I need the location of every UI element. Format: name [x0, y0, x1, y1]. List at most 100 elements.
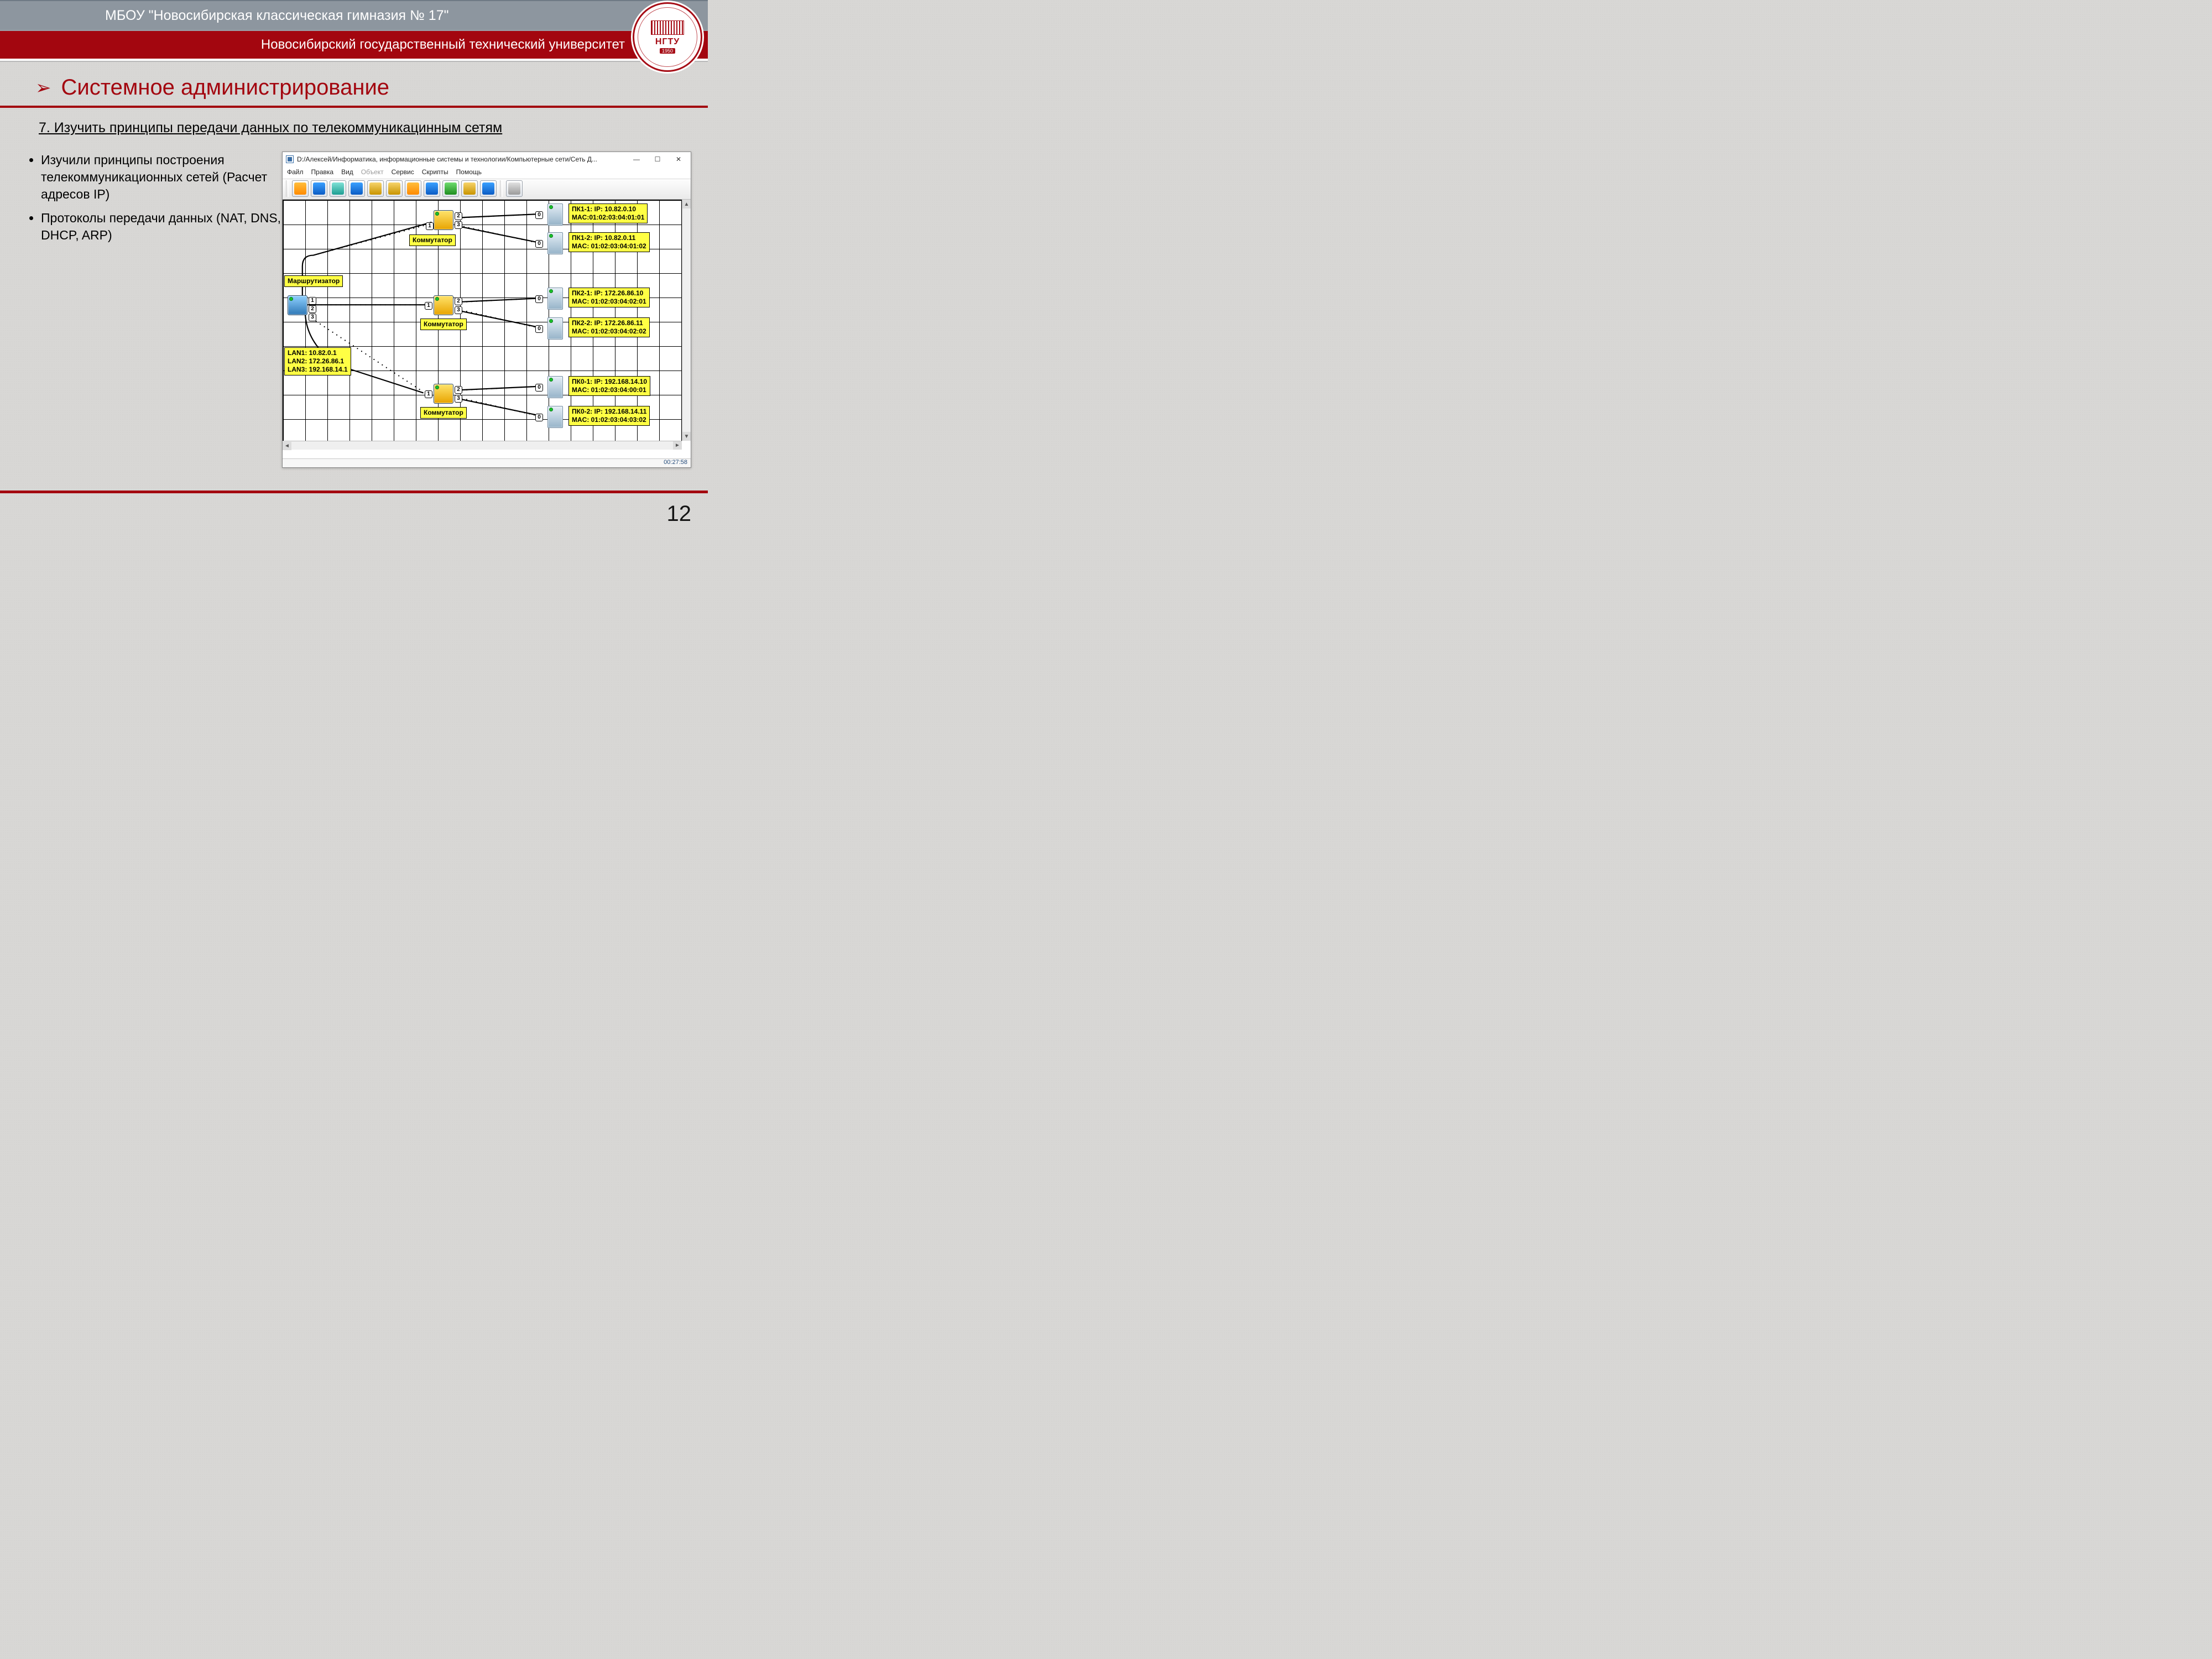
tool-icon [351, 182, 363, 195]
lan-info-box: LAN1: 10.82.0.1 LAN2: 172.26.86.1 LAN3: … [284, 347, 351, 375]
tool-btn-11[interactable] [480, 180, 497, 197]
switch1-label: Коммутатор [409, 234, 456, 246]
tool-btn-6[interactable] [386, 180, 403, 197]
tool-icon [463, 182, 476, 195]
list-item: Изучили принципы построения телекоммуник… [41, 152, 282, 203]
status-bar: 00:27:58 [283, 458, 691, 467]
minimize-button[interactable]: — [628, 154, 645, 165]
tool-btn-5[interactable] [367, 180, 384, 197]
scroll-up-icon[interactable]: ▲ [682, 200, 691, 208]
pc1-2-port[interactable]: 0 [535, 240, 543, 248]
pc-icon[interactable] [547, 288, 563, 310]
toolbar [283, 179, 691, 200]
section-heading: ➢ Системное администрирование [0, 62, 708, 108]
lesson-subtitle: 7. Изучить принципы передачи данных по т… [39, 120, 708, 136]
tool-btn-settings[interactable] [506, 180, 523, 197]
tool-btn-8[interactable] [424, 180, 440, 197]
university-logo: НГТУ 1950 [633, 2, 702, 72]
tool-btn-7[interactable] [405, 180, 421, 197]
list-item: Протоколы передачи данных (NAT, DNS, DHC… [41, 210, 282, 244]
switch3-port-3[interactable]: 3 [455, 395, 462, 403]
window-title: D:/Алексей/Информатика, информационные с… [297, 155, 624, 163]
menu-object: Объект [361, 168, 384, 176]
router-label: Маршрутизатор [284, 275, 343, 287]
section-title: Системное администрирование [61, 75, 390, 100]
pc-icon[interactable] [547, 376, 563, 398]
switch2-port-3[interactable]: 3 [455, 306, 462, 314]
switch1-port-3[interactable]: 3 [455, 221, 462, 229]
tool-btn-9[interactable] [442, 180, 459, 197]
tool-btn-2[interactable] [311, 180, 327, 197]
pc2-2-port[interactable]: 0 [535, 325, 543, 333]
pc-icon[interactable] [547, 317, 563, 340]
maximize-button[interactable]: ☐ [649, 154, 666, 165]
school-title: МБОУ "Новосибирская классическая гимнази… [105, 8, 448, 24]
top-bar: МБОУ "Новосибирская классическая гимнази… [0, 0, 708, 31]
tool-btn-4[interactable] [348, 180, 365, 197]
pc0-1-port[interactable]: 0 [535, 384, 543, 392]
menu-scripts[interactable]: Скрипты [422, 168, 448, 176]
switch1-port-2[interactable]: 2 [455, 212, 462, 220]
chevron-right-icon: ➢ [35, 79, 51, 97]
switch-icon[interactable] [434, 295, 453, 315]
tool-icon [407, 182, 419, 195]
menu-help[interactable]: Помощь [456, 168, 482, 176]
switch-icon[interactable] [434, 210, 453, 230]
router-icon[interactable] [288, 295, 307, 315]
menu-file[interactable]: Файл [287, 168, 304, 176]
router-port-3[interactable]: 3 [309, 314, 316, 321]
tool-icon [482, 182, 494, 195]
router-port-1[interactable]: 1 [309, 297, 316, 305]
scroll-right-icon[interactable]: ► [673, 441, 682, 450]
menu-bar: Файл Правка Вид Объект Сервис Скрипты По… [283, 166, 691, 179]
pc-icon[interactable] [547, 406, 563, 428]
pc2-1-label: ПК2-1: IP: 172.26.86.10MAC: 01:02:03:04:… [568, 288, 650, 307]
scroll-left-icon[interactable]: ◄ [283, 442, 291, 450]
tool-btn-1[interactable] [292, 180, 309, 197]
university-bar: Новосибирский государственный технически… [0, 31, 708, 59]
canvas-area: 1 2 3 Маршрутизатор LAN1: 10.82.0.1 LAN2… [283, 200, 691, 450]
university-title: Новосибирский государственный технически… [261, 37, 625, 53]
menu-view[interactable]: Вид [341, 168, 353, 176]
switch1-port-1[interactable]: 1 [426, 222, 434, 230]
switch-icon[interactable] [434, 384, 453, 404]
menu-edit[interactable]: Правка [311, 168, 334, 176]
scroll-down-icon[interactable]: ▼ [682, 432, 691, 441]
document-icon [286, 155, 294, 163]
network-simulator-window: D:/Алексей/Информатика, информационные с… [282, 152, 691, 468]
tool-icon [388, 182, 400, 195]
switch2-port-1[interactable]: 1 [425, 302, 432, 310]
pc-icon[interactable] [547, 204, 563, 226]
tool-btn-3[interactable] [330, 180, 346, 197]
switch2-port-2[interactable]: 2 [455, 298, 462, 305]
pc2-2-label: ПК2-2: IP: 172.26.86.11MAC: 01:02:03:04:… [568, 317, 650, 337]
switch3-port-2[interactable]: 2 [455, 386, 462, 394]
network-canvas[interactable]: 1 2 3 Маршрутизатор LAN1: 10.82.0.1 LAN2… [283, 200, 682, 450]
gear-icon [508, 182, 520, 195]
menu-service[interactable]: Сервис [392, 168, 414, 176]
window-titlebar[interactable]: D:/Алексей/Информатика, информационные с… [283, 152, 691, 166]
footer-divider [0, 491, 708, 493]
tool-icon [332, 182, 344, 195]
pc1-2-label: ПК1-2: IP: 10.82.0.11MAC: 01:02:03:04:01… [568, 232, 650, 252]
bullet-list: Изучили принципы построения телекоммуник… [17, 152, 282, 251]
tool-icon [313, 182, 325, 195]
tool-btn-10[interactable] [461, 180, 478, 197]
pc0-2-port[interactable]: 0 [535, 414, 543, 421]
router-port-2[interactable]: 2 [309, 305, 316, 313]
pc-icon[interactable] [547, 232, 563, 254]
page-number: 12 [667, 502, 692, 526]
close-button[interactable]: ✕ [670, 154, 687, 165]
switch3-port-1[interactable]: 1 [425, 390, 432, 398]
status-time: 00:27:58 [664, 459, 687, 466]
pc1-1-label: ПК1-1: IP: 10.82.0.10MAC:01:02:03:04:01:… [568, 204, 648, 223]
pc1-1-port[interactable]: 0 [535, 211, 543, 219]
vertical-scrollbar[interactable]: ▲ ▼ [682, 200, 691, 441]
tool-icon [445, 182, 457, 195]
tool-icon [369, 182, 382, 195]
pc2-1-port[interactable]: 0 [535, 295, 543, 303]
tool-icon [426, 182, 438, 195]
horizontal-scrollbar[interactable]: ◄ ► [283, 441, 682, 450]
switch2-label: Коммутатор [420, 319, 467, 330]
tool-icon [294, 182, 306, 195]
